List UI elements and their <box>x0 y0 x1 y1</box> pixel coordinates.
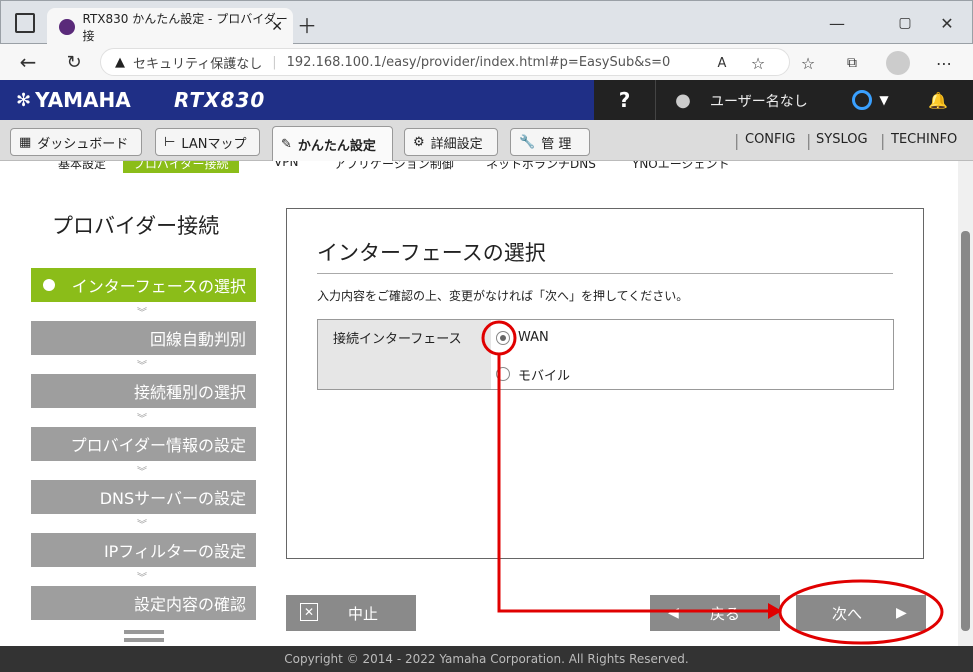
annotation-overlay <box>481 320 944 645</box>
copyright-footer: Copyright © 2014 - 2022 Yamaha Corporati… <box>0 646 973 672</box>
scrollbar[interactable] <box>958 161 973 646</box>
annotation-ellipse-next <box>778 579 944 645</box>
scrollbar-thumb[interactable] <box>961 231 970 631</box>
annotation-circle-wan <box>481 320 517 356</box>
annotation-arrow-line <box>497 354 768 613</box>
